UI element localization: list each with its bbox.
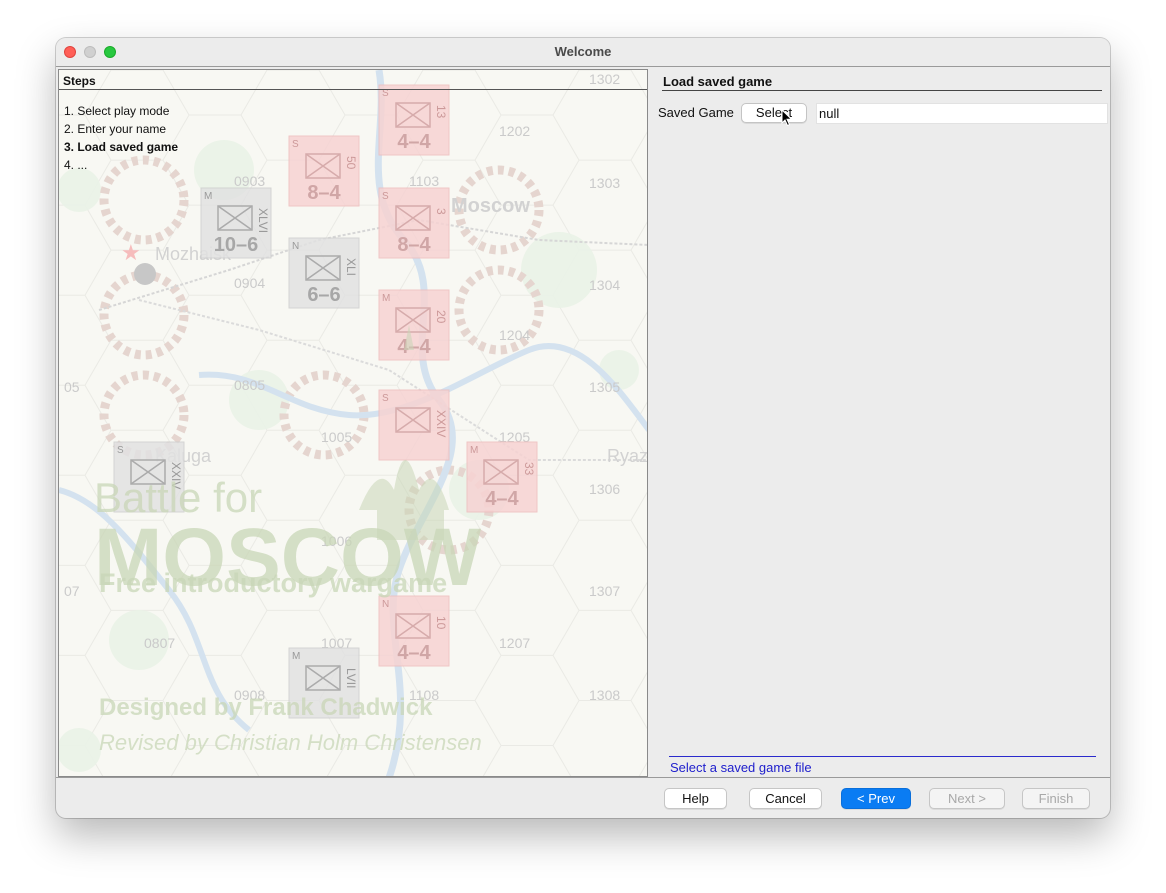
status-divider	[669, 756, 1096, 757]
select-file-button[interactable]: Select	[741, 103, 807, 123]
step-item: 1. Select play mode	[64, 104, 170, 118]
step-item-current: 3. Load saved game	[64, 140, 179, 154]
steps-list: 1. Select play mode 2. Enter your name 3…	[64, 102, 178, 174]
steps-panel: 1302 1202 0903 1103 1303 0904 1304 1204 0805 1305…	[58, 69, 648, 777]
panel-title: Load saved game	[663, 74, 773, 89]
saved-game-label: Saved Game	[658, 105, 734, 120]
mouse-cursor-icon	[781, 109, 793, 127]
cancel-button[interactable]: Cancel	[749, 788, 822, 809]
next-button[interactable]: Next >	[929, 788, 1005, 809]
help-button[interactable]: Help	[664, 788, 727, 809]
map-fade-overlay	[59, 70, 647, 776]
panel-title-divider	[662, 90, 1102, 91]
welcome-window: Welcome 1302 1202 0903 1103 1303 0904 1304 1204…	[56, 38, 1110, 818]
window-title: Welcome	[554, 44, 612, 59]
status-message: Select a saved game file	[670, 760, 812, 775]
prev-button[interactable]: < Prev	[841, 788, 911, 809]
load-saved-game-panel: Load saved game Saved Game Select null S…	[650, 69, 1108, 777]
steps-divider	[59, 89, 647, 90]
step-item: 4. ...	[64, 158, 88, 172]
title-bar: Welcome	[56, 38, 1110, 66]
step-item: 2. Enter your name	[64, 122, 167, 136]
map-background: 130212020903 1103 13030904 130412040805 1305…	[59, 70, 647, 776]
finish-button[interactable]: Finish	[1022, 788, 1090, 809]
steps-title: Steps	[63, 74, 96, 88]
saved-game-path-field[interactable]: null	[816, 103, 1108, 124]
